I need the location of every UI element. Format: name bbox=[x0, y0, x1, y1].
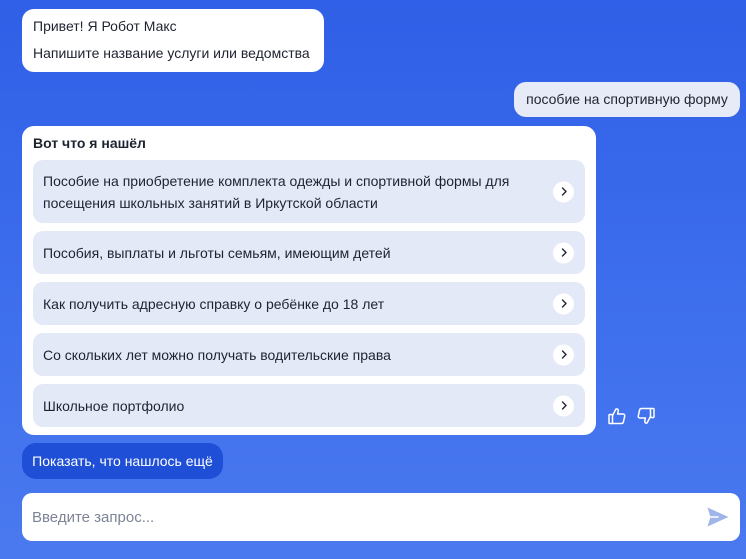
feedback-buttons bbox=[607, 406, 656, 426]
chevron-right-icon bbox=[553, 242, 574, 263]
thumbs-down-icon[interactable] bbox=[636, 406, 656, 426]
show-more-button[interactable]: Показать, что нашлось ещё bbox=[22, 443, 223, 479]
result-item[interactable]: Как получить адресную справку о ребёнке … bbox=[33, 282, 585, 325]
greeting-line-1: Привет! Я Робот Макс bbox=[33, 18, 177, 34]
thumbs-up-icon[interactable] bbox=[607, 406, 627, 426]
result-item[interactable]: Со скольких лет можно получать водительс… bbox=[33, 333, 585, 376]
chevron-right-icon bbox=[553, 395, 574, 416]
result-item-label: Школьное портфолио bbox=[43, 397, 185, 414]
result-item-label: Пособия, выплаты и льготы семьям, имеющи… bbox=[43, 244, 391, 261]
user-message-bubble: пособие на спортивную форму bbox=[514, 82, 740, 117]
result-item-label: Как получить адресную справку о ребёнке … bbox=[43, 295, 385, 312]
chevron-right-icon bbox=[553, 181, 574, 202]
result-list: Пособие на приобретение комплекта одежды… bbox=[33, 160, 585, 427]
result-item-label: Со скольких лет можно получать водительс… bbox=[43, 346, 391, 363]
chevron-right-icon bbox=[553, 293, 574, 314]
query-input-bar bbox=[22, 493, 740, 541]
greeting-line-2: Напишите название услуги или ведомства bbox=[33, 45, 310, 61]
send-icon[interactable] bbox=[706, 506, 730, 528]
query-input[interactable] bbox=[32, 493, 692, 541]
result-item[interactable]: Пособия, выплаты и льготы семьям, имеющи… bbox=[33, 231, 585, 274]
result-item-label: Пособие на приобретение комплекта одежды… bbox=[43, 172, 510, 211]
result-item[interactable]: Школьное портфолио bbox=[33, 384, 585, 427]
results-card: Вот что я нашёл Пособие на приобретение … bbox=[22, 126, 596, 435]
chevron-right-icon bbox=[553, 344, 574, 365]
result-item[interactable]: Пособие на приобретение комплекта одежды… bbox=[33, 160, 585, 223]
bot-greeting-bubble: Привет! Я Робот Макс Напишите название у… bbox=[22, 9, 324, 72]
results-title: Вот что я нашёл bbox=[33, 135, 146, 151]
